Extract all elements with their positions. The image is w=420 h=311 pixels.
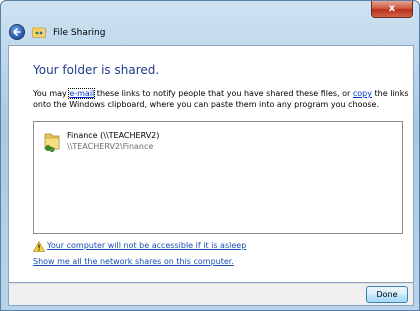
desc-part-1: You may [33,89,70,98]
email-link[interactable]: e-mail [68,88,96,99]
page-heading: Your folder is shared. [33,63,160,77]
share-name: Finance (\\TEACHERV2) [67,131,160,140]
window-title: File Sharing [53,28,106,38]
back-button[interactable] [9,24,25,40]
done-button[interactable]: Done [366,286,408,303]
file-sharing-window: x File Sharing Your folder is shared. Yo… [0,0,420,311]
title-bar: x File Sharing [1,1,419,40]
copy-link[interactable]: copy [353,89,372,98]
file-sharing-icon [32,27,46,38]
footer-bar: Done [8,283,414,306]
content-pane: Your folder is shared. You may e-mail th… [8,45,414,283]
close-icon: x [388,3,396,14]
warning-icon [33,241,45,252]
share-path: \\TEACHERV2\Finance [67,142,154,151]
shared-items-list[interactable]: Finance (\\TEACHERV2) \\TEACHERV2\Financ… [33,121,403,234]
back-arrow-icon [13,28,21,36]
desc-part-2: these links to notify people that you ha… [94,89,353,98]
show-network-shares-link[interactable]: Show me all the network shares on this c… [33,257,234,266]
list-item[interactable]: Finance (\\TEACHERV2) \\TEACHERV2\Financ… [41,129,241,155]
close-button[interactable]: x [371,1,413,18]
sleep-warning-link[interactable]: Your computer will not be accessible if … [47,241,246,250]
shared-folder-icon [44,133,60,153]
description-text: You may e-mail these links to notify peo… [33,88,409,110]
